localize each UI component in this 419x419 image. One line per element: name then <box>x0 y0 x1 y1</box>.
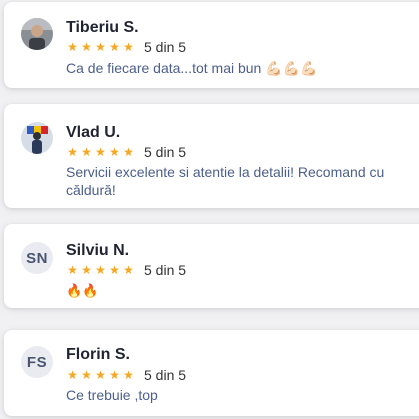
reviewer-name: Silviu N. <box>66 242 130 259</box>
star-rating: ★ ★ ★ ★ ★ <box>66 368 135 382</box>
star-rating: ★ ★ ★ ★ ★ <box>66 40 135 54</box>
reviewer-name: Tiberiu S. <box>66 19 139 36</box>
star-icon: ★ <box>95 145 106 159</box>
star-icon: ★ <box>81 263 92 277</box>
review-card: Vlad U. ★ ★ ★ ★ ★ 5 din 5 Servicii excel… <box>4 104 419 208</box>
review-text: 🔥🔥 <box>66 283 99 298</box>
user-photo-icon <box>21 122 53 154</box>
avatar <box>21 122 53 154</box>
star-icon: ★ <box>123 368 134 382</box>
reviews-list: Tiberiu S. ★ ★ ★ ★ ★ 5 din 5 Ca de fieca… <box>0 0 419 419</box>
star-icon: ★ <box>81 145 92 159</box>
avatar: SN <box>21 242 53 274</box>
rating: ★ ★ ★ ★ ★ 5 din 5 <box>66 144 187 160</box>
review-text: Ca de fiecare data...tot mai bun 💪🏻💪🏻💪🏻 <box>66 60 318 76</box>
rating: ★ ★ ★ ★ ★ 5 din 5 <box>66 262 187 278</box>
rating-score: 5 din 5 <box>144 262 187 278</box>
star-icon: ★ <box>67 263 78 277</box>
rating: ★ ★ ★ ★ ★ 5 din 5 <box>66 367 187 383</box>
star-icon: ★ <box>95 40 106 54</box>
star-icon: ★ <box>123 40 134 54</box>
rating: ★ ★ ★ ★ ★ 5 din 5 <box>66 39 187 55</box>
star-rating: ★ ★ ★ ★ ★ <box>66 145 135 159</box>
avatar: FS <box>21 346 53 378</box>
star-icon: ★ <box>95 368 106 382</box>
star-icon: ★ <box>109 40 120 54</box>
user-photo-icon <box>21 18 53 50</box>
star-icon: ★ <box>123 263 134 277</box>
reviewer-name: Vlad U. <box>66 124 121 141</box>
star-icon: ★ <box>109 145 120 159</box>
rating-score: 5 din 5 <box>144 367 187 383</box>
star-icon: ★ <box>109 263 120 277</box>
star-icon: ★ <box>81 368 92 382</box>
review-card: FS Florin S. ★ ★ ★ ★ ★ 5 din 5 Ce trebui… <box>4 330 419 416</box>
review-card: SN Silviu N. ★ ★ ★ ★ ★ 5 din 5 🔥🔥 <box>4 224 419 308</box>
star-icon: ★ <box>123 145 134 159</box>
rating-score: 5 din 5 <box>144 144 187 160</box>
review-text: Servicii excelente si atentie la detalii… <box>66 164 385 198</box>
star-icon: ★ <box>81 40 92 54</box>
star-icon: ★ <box>67 145 78 159</box>
rating-score: 5 din 5 <box>144 39 187 55</box>
avatar <box>21 18 53 50</box>
star-rating: ★ ★ ★ ★ ★ <box>66 263 135 277</box>
star-icon: ★ <box>109 368 120 382</box>
review-text: Ce trebuie ,top <box>66 387 158 403</box>
star-icon: ★ <box>95 263 106 277</box>
star-icon: ★ <box>67 368 78 382</box>
review-card: Tiberiu S. ★ ★ ★ ★ ★ 5 din 5 Ca de fieca… <box>4 2 419 88</box>
reviewer-name: Florin S. <box>66 346 130 363</box>
star-icon: ★ <box>67 40 78 54</box>
